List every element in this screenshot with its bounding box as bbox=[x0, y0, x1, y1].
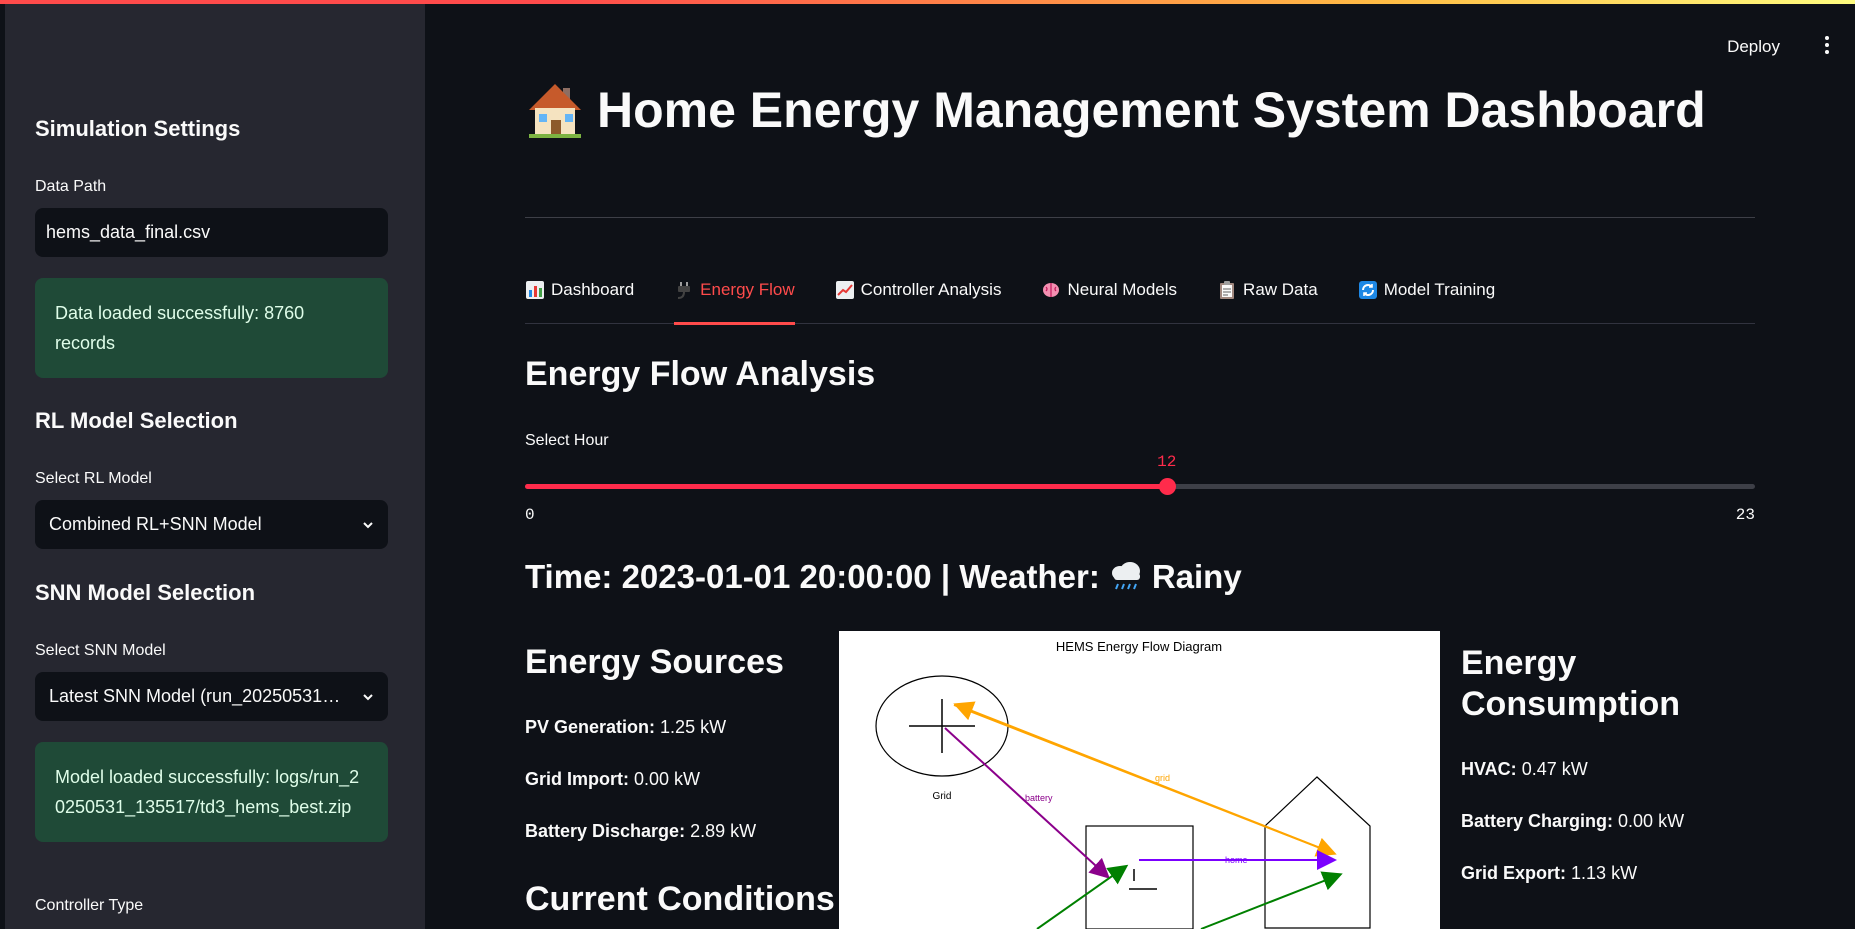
slider-label: Select Hour bbox=[525, 432, 609, 449]
metric-value: 1.25 kW bbox=[660, 717, 727, 737]
grid-label: Grid bbox=[933, 791, 952, 802]
pv-battery-arrow bbox=[1036, 864, 1129, 929]
snn-model-selected: Latest SNN Model (run_20250531_135517) bbox=[49, 686, 349, 706]
metric-label: Battery Charging: bbox=[1461, 811, 1614, 831]
sidebar: Simulation Settings Data Path Data loade… bbox=[5, 0, 425, 929]
battery-node bbox=[1085, 825, 1194, 929]
battery-symbol bbox=[1129, 869, 1157, 890]
rl-model-label: Select RL Model bbox=[35, 470, 152, 487]
metric-label: Battery Discharge: bbox=[525, 821, 686, 841]
current-conditions-heading: Current Conditions bbox=[525, 880, 835, 918]
tab-raw-data[interactable]: Raw Data bbox=[1217, 280, 1318, 324]
slider-value: 12 bbox=[1157, 453, 1177, 471]
energy-flow-diagram: HEMS Energy Flow Diagram Grid grid batte… bbox=[839, 631, 1440, 929]
hour-slider[interactable]: 12 bbox=[525, 453, 1755, 495]
heading-line: Energy bbox=[1461, 644, 1577, 682]
snn-model-heading: SNN Model Selection bbox=[35, 580, 256, 605]
home-arrow-label: home bbox=[1225, 855, 1248, 865]
rl-model-selected: Combined RL+SNN Model bbox=[49, 514, 262, 534]
metric-label: Grid Import: bbox=[525, 769, 629, 789]
tab-model-training[interactable]: Model Training bbox=[1358, 280, 1496, 324]
snn-model-select[interactable]: Latest SNN Model (run_20250531_135517) bbox=[35, 672, 388, 721]
chevron-down-icon bbox=[363, 521, 373, 528]
model-loaded-alert: Model loaded successfully: logs/run_2025… bbox=[35, 742, 388, 842]
pv-generation-metric: PV Generation: 1.25 kW bbox=[525, 717, 726, 738]
data-path-label: Data Path bbox=[35, 178, 107, 195]
metric-label: Grid Export: bbox=[1461, 863, 1567, 883]
deploy-button[interactable]: Deploy bbox=[1727, 37, 1780, 57]
slider-max: 23 bbox=[1735, 506, 1755, 524]
tab-bar: Dashboard Energy Flow Controller Analysi… bbox=[525, 280, 1755, 325]
grid-arrow-label: grid bbox=[1155, 773, 1170, 783]
slider-thumb[interactable] bbox=[1158, 478, 1176, 495]
data-loaded-alert: Data loaded successfully: 8760 records bbox=[35, 278, 388, 378]
metric-value: 0.00 kW bbox=[1618, 811, 1685, 831]
tab-label: Dashboard bbox=[551, 280, 635, 299]
tab-label: Neural Models bbox=[1067, 280, 1178, 299]
main-menu-icon[interactable] bbox=[1823, 36, 1831, 56]
tab-label: Raw Data bbox=[1243, 280, 1318, 299]
top-decoration-bar bbox=[0, 0, 1855, 4]
refresh-icon bbox=[1358, 281, 1377, 299]
tab-label: Energy Flow bbox=[700, 280, 795, 299]
home-node bbox=[1264, 776, 1371, 929]
pv-home-arrow bbox=[1200, 871, 1343, 929]
brain-icon bbox=[1043, 283, 1060, 297]
page-title: Home Energy Management System Dashboard bbox=[525, 80, 1706, 140]
controller-type-label: Controller Type bbox=[35, 897, 144, 914]
data-loaded-message: Data loaded successfully: 8760 records bbox=[55, 303, 305, 353]
grid-export-metric: Grid Export: 1.13 kW bbox=[1461, 863, 1637, 884]
main-content: Deploy Home Energy Management System Das… bbox=[425, 0, 1855, 929]
hvac-metric: HVAC: 0.47 kW bbox=[1461, 759, 1588, 780]
battery-discharge-metric: Battery Discharge: 2.89 kW bbox=[525, 821, 756, 842]
chevron-down-icon bbox=[363, 693, 373, 700]
diagram-canvas: HEMS Energy Flow Diagram Grid grid batte… bbox=[875, 639, 1371, 929]
time-weather-heading: Time: 2023-01-01 20:00:00 | Weather: Rai… bbox=[525, 558, 1242, 596]
battery-arrow-label: battery bbox=[1025, 793, 1053, 803]
rl-model-heading: RL Model Selection bbox=[35, 408, 238, 433]
slider-min: 0 bbox=[525, 506, 535, 524]
simulation-settings-heading: Simulation Settings bbox=[35, 116, 241, 141]
energy-sources-heading: Energy Sources bbox=[525, 643, 784, 681]
grid-arrow-back bbox=[953, 701, 1334, 854]
heading-line: Consumption bbox=[1461, 685, 1681, 723]
weather-text: Rainy bbox=[1151, 558, 1242, 595]
battery-charging-metric: Battery Charging: 0.00 kW bbox=[1461, 811, 1684, 832]
bar-chart-icon bbox=[526, 281, 544, 299]
tab-energy-flow[interactable]: Energy Flow bbox=[674, 280, 796, 325]
divider bbox=[525, 217, 1755, 218]
clipboard-icon bbox=[1220, 281, 1235, 299]
rain-cloud-icon bbox=[1111, 562, 1140, 590]
tab-label: Model Training bbox=[1383, 280, 1496, 299]
model-loaded-message: Model loaded successfully: logs/run_2025… bbox=[55, 767, 360, 817]
metric-label: PV Generation: bbox=[525, 717, 656, 737]
metric-value: 0.47 kW bbox=[1521, 759, 1588, 779]
time-text: Time: 2023-01-01 20:00:00 | Weather: bbox=[525, 558, 1100, 595]
metric-label: HVAC: bbox=[1461, 759, 1517, 779]
page-title-text: Home Energy Management System Dashboard bbox=[597, 82, 1706, 138]
grid-symbol bbox=[909, 699, 975, 753]
tab-controller-analysis[interactable]: Controller Analysis bbox=[835, 280, 1002, 324]
data-path-input[interactable] bbox=[35, 208, 388, 257]
window-edge bbox=[0, 0, 5, 929]
diagram-title: HEMS Energy Flow Diagram bbox=[1056, 639, 1222, 654]
house-icon bbox=[529, 84, 581, 138]
rl-model-select[interactable]: Combined RL+SNN Model bbox=[35, 500, 388, 549]
metric-value: 1.13 kW bbox=[1571, 863, 1638, 883]
tab-dashboard[interactable]: Dashboard bbox=[525, 280, 634, 324]
energy-flow-heading: Energy Flow Analysis bbox=[525, 355, 876, 393]
metric-value: 0.00 kW bbox=[634, 769, 701, 789]
energy-consumption-heading: Energy Consumption bbox=[1461, 643, 1680, 725]
plug-icon bbox=[678, 282, 691, 299]
grid-import-metric: Grid Import: 0.00 kW bbox=[525, 769, 700, 790]
slider-fill bbox=[525, 484, 1167, 489]
tab-label: Controller Analysis bbox=[860, 280, 1002, 299]
metric-value: 2.89 kW bbox=[690, 821, 757, 841]
tab-neural-models[interactable]: Neural Models bbox=[1041, 280, 1177, 324]
line-chart-icon bbox=[835, 281, 854, 299]
snn-model-label: Select SNN Model bbox=[35, 642, 166, 659]
